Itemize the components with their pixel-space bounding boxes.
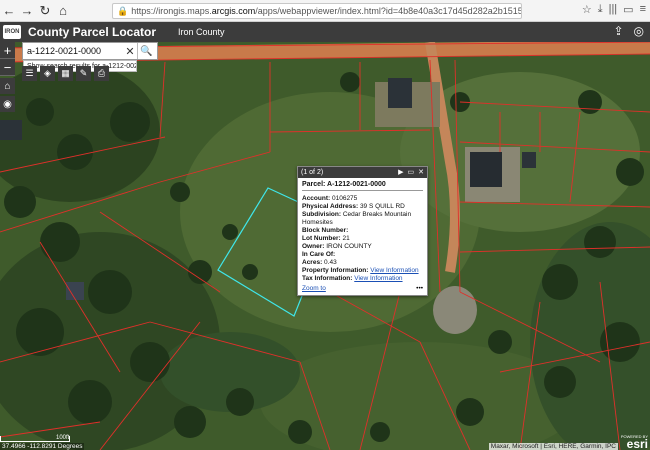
library-icon[interactable]: ||| (609, 3, 618, 16)
clear-search-icon[interactable]: ✕ (123, 45, 137, 58)
zoom-to-link[interactable]: Zoom to (302, 285, 326, 292)
maximize-icon[interactable]: ▭ (408, 168, 415, 176)
my-location-icon[interactable]: ◉ (0, 96, 15, 112)
menu-icon[interactable]: ≡ (640, 3, 646, 16)
search-icon[interactable]: 🔍 (137, 43, 155, 59)
close-icon[interactable]: ✕ (418, 168, 424, 176)
address-label: Physical Address: (302, 203, 359, 210)
sidebar-icon[interactable]: ▭ (623, 3, 633, 16)
back-icon[interactable]: ← (0, 2, 18, 20)
owner-value: IRON COUNTY (326, 243, 372, 250)
layer-list-icon[interactable]: ◈ (40, 66, 55, 81)
acres-label: Acres: (302, 259, 323, 266)
parcel-search: ✕ 🔍 (22, 42, 158, 60)
search-input[interactable] (23, 43, 123, 59)
browser-toolbar: ← → ↻ ⌂ 🔒 https://irongis.maps.arcgis.co… (0, 0, 650, 22)
lock-icon: 🔒 (117, 5, 129, 16)
popup-title: Parcel: A-1212-0021-0000 (302, 181, 423, 191)
share-icon[interactable]: ⇪ (613, 24, 623, 38)
block-label: Block Number: (302, 227, 349, 234)
legend-icon[interactable]: ☰ (22, 66, 37, 81)
popup-counter: (1 of 2) (301, 169, 324, 176)
tax-info-label: Tax Information: (302, 275, 353, 282)
forward-icon[interactable]: → (18, 2, 36, 20)
account-value: 0106275 (331, 195, 358, 202)
esri-logo: POWERED BY esri (620, 434, 648, 450)
parcel-popup: (1 of 2) ▶ ▭ ✕ Parcel: A-1212-0021-0000 … (297, 166, 428, 296)
home-icon[interactable]: ⌂ (54, 2, 72, 20)
bookmark-star-icon[interactable]: ☆ (582, 3, 592, 16)
app-header: IRON County Parcel Locator Iron County ⇪… (0, 22, 650, 42)
subdivision-label: Subdivision: (302, 211, 341, 218)
county-logo: IRON (3, 25, 21, 39)
care-of-label: In Care Of: (302, 251, 336, 258)
app-subtitle: Iron County (178, 27, 225, 37)
basemap-gallery-icon[interactable]: ▦ (58, 66, 73, 81)
app-title: County Parcel Locator (28, 25, 157, 39)
lot-label: Lot Number: (302, 235, 341, 242)
zoom-control: + − (0, 42, 15, 76)
url-text: https://irongis.maps.arcgis.com/apps/web… (131, 6, 522, 16)
popup-header: (1 of 2) ▶ ▭ ✕ (298, 167, 427, 178)
measure-icon[interactable]: ✎ (76, 66, 91, 81)
account-label: Account: (302, 195, 331, 202)
reload-icon[interactable]: ↻ (36, 2, 54, 20)
widget-toolbar: ☰ ◈ ▦ ✎ ⎙ (22, 66, 109, 81)
zoom-out-button[interactable]: − (0, 59, 15, 76)
property-info-link[interactable]: View Information (370, 267, 418, 274)
download-icon[interactable]: ⤓ (598, 3, 603, 16)
zoom-in-button[interactable]: + (0, 42, 15, 59)
address-bar[interactable]: 🔒 https://irongis.maps.arcgis.com/apps/w… (112, 3, 522, 19)
next-feature-icon[interactable]: ▶ (398, 168, 403, 176)
layers-header-icon[interactable]: ◎ (634, 24, 644, 38)
print-icon[interactable]: ⎙ (94, 66, 109, 81)
lot-value: 21 (342, 235, 350, 242)
owner-label: Owner: (302, 243, 325, 250)
coordinate-readout: 37.4966 -112.8291 Degrees (0, 443, 85, 450)
scale-label: 100ft (56, 435, 70, 441)
property-info-label: Property Information: (302, 267, 369, 274)
tax-info-link[interactable]: View Information (354, 275, 402, 282)
default-extent-home-icon[interactable]: ⌂ (0, 78, 15, 94)
acres-value: 0.43 (324, 259, 337, 266)
address-value: 39 S QUILL RD (359, 203, 405, 210)
map-attribution: Maxar, Microsoft | Esri, HERE, Garmin, I… (488, 443, 618, 450)
more-actions-button[interactable]: ••• (416, 285, 423, 292)
